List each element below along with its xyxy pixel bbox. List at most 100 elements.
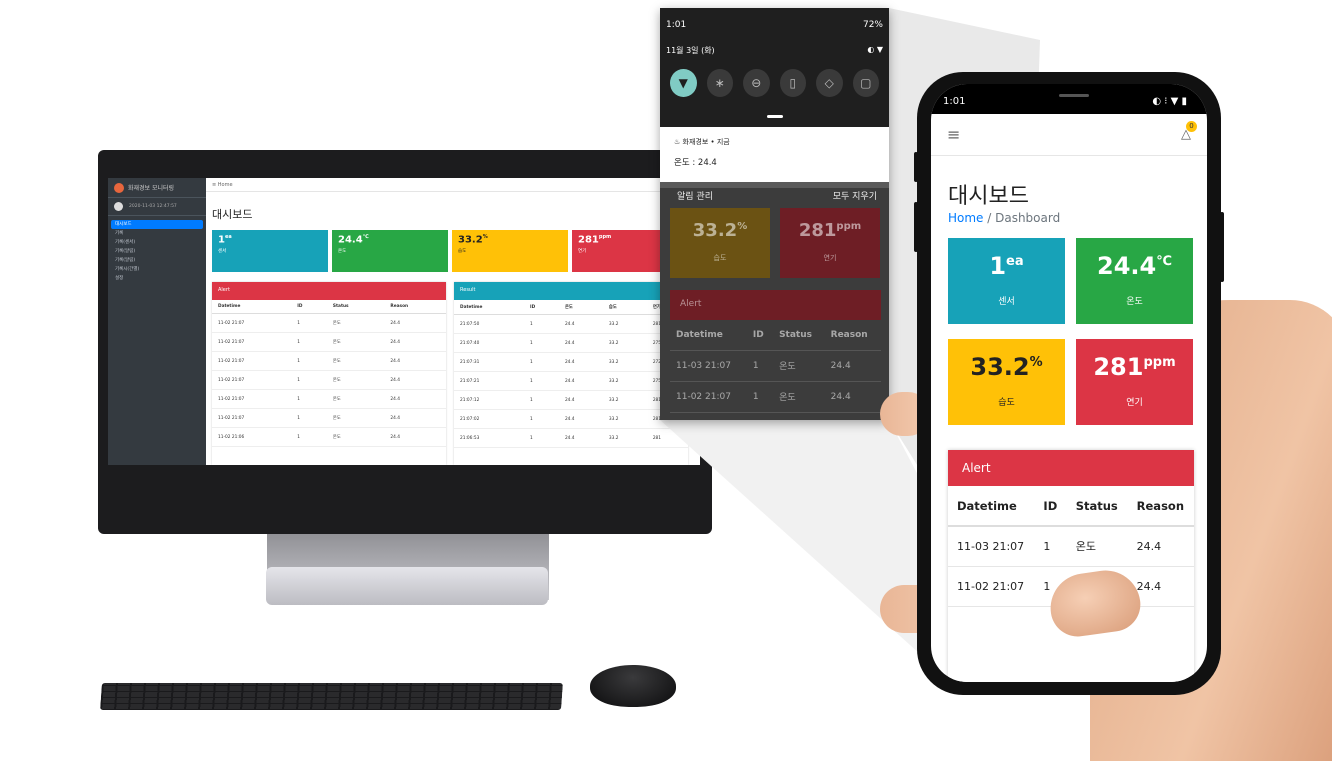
table-cell: 11-02 21:07 xyxy=(948,566,1035,607)
column-header: Reason xyxy=(824,320,881,351)
table-row[interactable]: 21:07:50 1 24.4 33.2 281 xyxy=(454,314,688,334)
table-cell: 1 xyxy=(523,352,559,372)
box-label: 연기 xyxy=(1126,398,1143,408)
bluetooth-icon[interactable]: ∗ xyxy=(706,69,733,97)
table-row[interactable]: 21:07:02 1 24.4 33.2 281 xyxy=(454,409,688,429)
box-label: 센서 xyxy=(218,249,227,255)
user-time: 2020-11-03 12:47:57 xyxy=(129,204,177,209)
dim-box-smoke: 281ppm 연기 xyxy=(780,208,880,278)
flashlight-icon[interactable]: ▯ xyxy=(779,69,806,97)
desktop-nav: 대시보드 기록 기록(센서) 기록(알림) 기록(알림) 기록시(간별) 설정 xyxy=(108,216,206,287)
box-label: 온도 xyxy=(1126,297,1143,307)
signal-icon: ◐ ▼ xyxy=(867,45,883,54)
table-row[interactable]: 11-02 21:071온도24.4 xyxy=(670,381,881,413)
fire-logo-icon xyxy=(114,182,124,193)
table-cell: 24.4 xyxy=(384,389,446,409)
table-cell: 온도 xyxy=(326,332,385,352)
phone-box-humidity: 33.2% 습도 xyxy=(948,339,1065,425)
manage-notifications-button[interactable]: 알림 관리 xyxy=(677,189,713,202)
column-header: Status xyxy=(773,320,825,351)
table-cell: 1 xyxy=(746,350,774,382)
table-cell: 24.4 xyxy=(558,333,603,353)
scene: 화재경보 모니터링 2020-11-03 12:47:57 대시보드 기록 기록… xyxy=(0,0,1332,761)
box-unit: ppm xyxy=(1143,355,1176,370)
drag-handle[interactable] xyxy=(660,105,889,127)
box-label: 온도 xyxy=(338,249,347,255)
table-cell: 1 xyxy=(746,381,774,413)
table-row[interactable]: 11-02 21:071온도24.4 xyxy=(212,370,446,390)
fire-app-icon: ♨ xyxy=(674,138,681,146)
desktop-page-title: 대시보드 xyxy=(212,208,253,221)
nav-item-records-alert-2[interactable]: 기록(알림) xyxy=(111,256,203,265)
table-row[interactable]: 11-02 21:071온도24.4 xyxy=(212,351,446,371)
dnd-icon[interactable]: ⊖ xyxy=(743,69,770,97)
notif-battery: 72% xyxy=(862,20,883,30)
desktop-box-humidity: 33.2% 습도 xyxy=(452,230,568,272)
table-cell: 21:07:12 xyxy=(454,390,524,410)
table-row[interactable]: 21:06:53 1 24.4 33.2 281 xyxy=(454,428,688,448)
desktop-user: 2020-11-03 12:47:57 xyxy=(108,198,206,216)
table-row[interactable]: 21:07:21 1 24.4 33.2 275 xyxy=(454,371,688,391)
table-row[interactable]: 11-02 21:071온도24.4 xyxy=(212,313,446,333)
rotate-icon[interactable]: ◇ xyxy=(816,69,843,97)
desktop-monitor: 화재경보 모니터링 2020-11-03 12:47:57 대시보드 기록 기록… xyxy=(98,150,712,534)
table-cell: 온도 xyxy=(1066,526,1128,567)
nav-item-settings[interactable]: 설정 xyxy=(111,274,203,283)
clear-all-button[interactable]: 모두 지우기 xyxy=(833,189,877,202)
bell-icon[interactable]: △ 0 xyxy=(1181,121,1197,142)
dim-alert-title: Alert xyxy=(670,290,881,320)
table-cell: 21:07:50 xyxy=(454,314,524,334)
notif-date-row: 11월 3일 (화) ◐ ▼ xyxy=(660,38,889,63)
table-cell: 24.4 xyxy=(558,428,603,448)
menu-icon[interactable]: ≡ xyxy=(947,125,960,144)
table-cell: 24.4 xyxy=(384,351,446,371)
box-value: 33.2 xyxy=(458,234,483,246)
table-row[interactable]: 11-02 21:071온도24.4 xyxy=(212,408,446,428)
table-cell: 24.4 xyxy=(384,408,446,428)
nav-item-records-time[interactable]: 기록시(간별) xyxy=(111,265,203,274)
notif-date: 11월 3일 (화) xyxy=(666,46,715,55)
desktop-result-table: Datetime ID 온도 습도 연기 21:07:50 1 24.4 33.2 281 21:… xyxy=(454,300,688,448)
table-row[interactable]: 21:07:40 1 24.4 33.2 275 xyxy=(454,333,688,353)
breadcrumb-separator: / xyxy=(983,211,996,225)
column-header: Datetime xyxy=(454,300,524,315)
battery-saver-icon[interactable]: ▢ xyxy=(852,69,879,97)
nav-item-records-alert[interactable]: 기록(알림) xyxy=(111,247,203,256)
table-cell: 1 xyxy=(523,390,559,410)
desktop-alert-table: Datetime ID Status Reason 11-02 21:07 1 온도 24.… xyxy=(212,300,446,447)
notif-app: 화재경보 • 지금 xyxy=(682,138,730,146)
box-unit: ℃ xyxy=(1156,254,1172,269)
nav-item-records-sensor[interactable]: 기록(센서) xyxy=(111,238,203,247)
notif-status-bar: 1:01 72% xyxy=(660,8,889,38)
table-row[interactable]: 11-02 21:06 1 온도 24.4 xyxy=(212,427,446,447)
table-row[interactable]: 21:07:12 1 24.4 33.2 281 xyxy=(454,390,688,410)
table-cell: 1 xyxy=(523,314,559,334)
box-label: 습도 xyxy=(458,249,467,255)
column-header: Status xyxy=(1066,486,1128,527)
notification-badge: 0 xyxy=(1186,121,1197,132)
table-row[interactable]: 11-02 21:071온도24.4 xyxy=(212,332,446,352)
table-row[interactable]: 11-02 21:071온도24.4 xyxy=(212,389,446,409)
table-row[interactable]: 21:07:31 1 24.4 33.2 272 xyxy=(454,352,688,372)
nav-item-dashboard[interactable]: 대시보드 xyxy=(111,220,203,229)
table-cell: 1 xyxy=(523,409,559,429)
nav-item-records[interactable]: 기록 xyxy=(111,229,203,238)
table-cell: 24.4 xyxy=(558,409,603,429)
table-cell: 1 xyxy=(291,370,327,390)
table-cell: 온도 xyxy=(773,350,825,382)
table-row[interactable]: 11-03 21:07 1 온도 24.4 xyxy=(948,526,1194,567)
desktop-topbar[interactable]: ≡ Home xyxy=(206,178,700,192)
breadcrumb-home[interactable]: Home xyxy=(948,211,983,225)
box-value: 281 xyxy=(798,220,837,241)
monitor-chin xyxy=(98,465,712,534)
table-cell: 11-02 21:07 xyxy=(212,408,292,428)
box-unit: ℃ xyxy=(362,234,369,240)
result-card-title: Result xyxy=(454,282,688,300)
wifi-icon[interactable]: ▼ xyxy=(670,69,697,97)
box-value: 1 xyxy=(218,234,225,246)
notification-card[interactable]: ♨ 화재경보 • 지금 온도 : 24.4 xyxy=(660,127,889,182)
table-cell: 11-02 21:07 xyxy=(212,313,292,333)
column-header: 온도 xyxy=(558,300,603,315)
table-row[interactable]: 11-03 21:07 1 온도 24.4 xyxy=(670,350,881,382)
desktop-brand[interactable]: 화재경보 모니터링 xyxy=(108,178,206,198)
